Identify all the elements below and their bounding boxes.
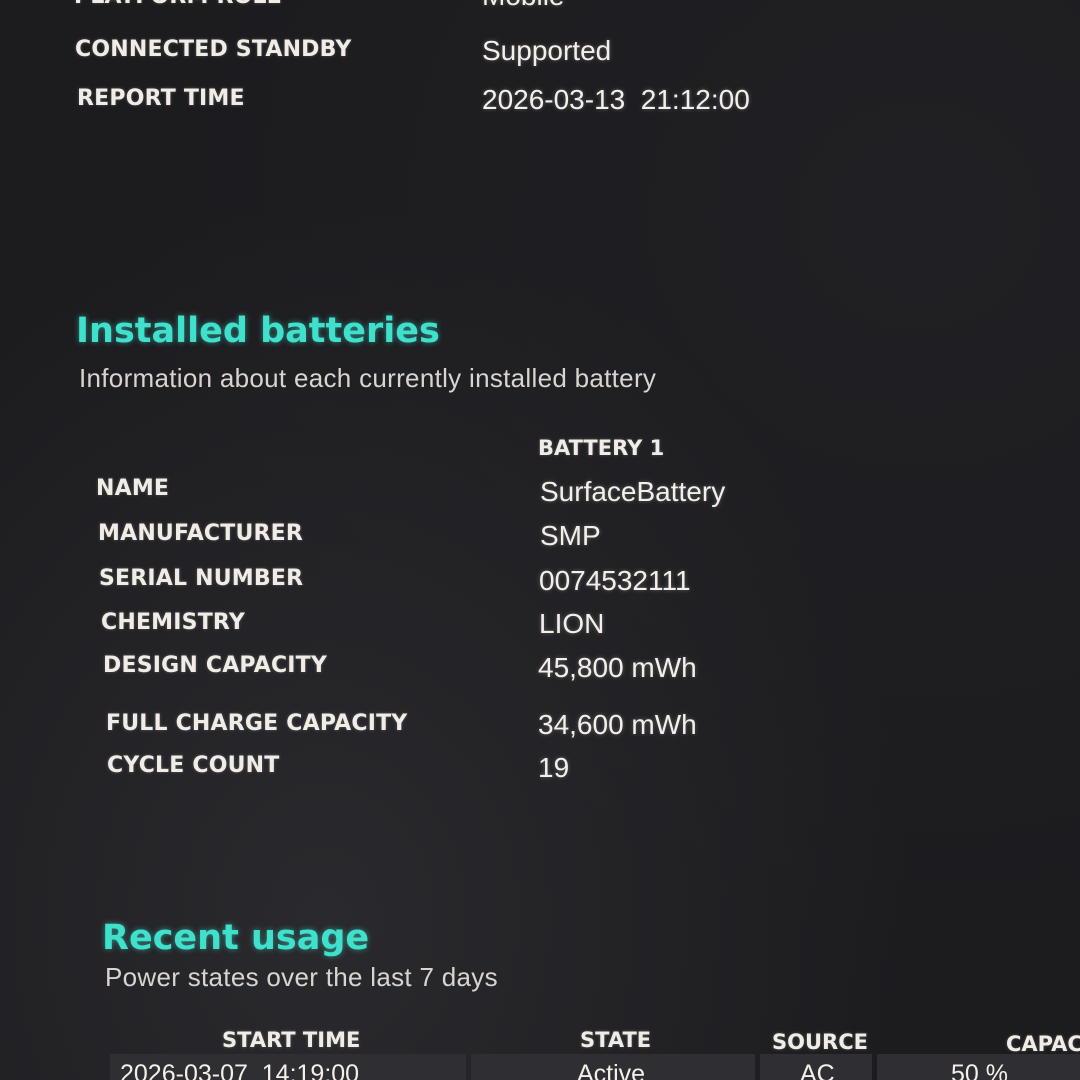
battery-full-charge-capacity-value: 34,600 mWh bbox=[538, 709, 697, 740]
capacity-cell: 50 % bbox=[877, 1054, 1080, 1080]
battery-name-value: SurfaceBattery bbox=[540, 476, 726, 507]
connected-standby-value: Supported bbox=[482, 35, 612, 66]
battery-manufacturer-label: MANUFACTURER bbox=[98, 521, 304, 546]
recent-usage-title: Recent usage bbox=[102, 918, 370, 958]
report-time-label: REPORT TIME bbox=[77, 86, 245, 111]
platform-role-label: PLATFORM ROLE bbox=[74, 0, 282, 9]
report-time-value: 2026-03-13 21:12:00 bbox=[482, 84, 750, 115]
column-header-state: STATE bbox=[580, 1028, 652, 1052]
table-row: 2026-03-07 14:19:00 Active AC 50 % bbox=[110, 1054, 1080, 1080]
connected-standby-label: CONNECTED STANDBY bbox=[75, 37, 352, 62]
capacity-value: 50 % bbox=[951, 1060, 1008, 1080]
battery-manufacturer-value: SMP bbox=[540, 520, 601, 551]
battery-chemistry-label: CHEMISTRY bbox=[101, 610, 245, 635]
installed-batteries-subtitle: Information about each currently install… bbox=[79, 363, 657, 393]
battery-serial-number-value: 0074532111 bbox=[539, 565, 691, 596]
column-header-capacity: CAPAC bbox=[1006, 1032, 1080, 1056]
battery-cycle-count-label: CYCLE COUNT bbox=[107, 753, 280, 778]
start-time-value: 2026-03-07 14:19:00 bbox=[120, 1060, 360, 1080]
battery-design-capacity-label: DESIGN CAPACITY bbox=[103, 653, 328, 678]
column-header-source: SOURCE bbox=[772, 1030, 868, 1054]
source-cell: AC bbox=[760, 1054, 872, 1080]
battery-1-column-header: BATTERY 1 bbox=[538, 436, 665, 460]
start-time-cell: 2026-03-07 14:19:00 bbox=[110, 1054, 466, 1080]
column-header-start-time: START TIME bbox=[222, 1028, 361, 1052]
battery-name-label: NAME bbox=[96, 476, 170, 501]
battery-full-charge-capacity-label: FULL CHARGE CAPACITY bbox=[106, 711, 408, 736]
battery-design-capacity-value: 45,800 mWh bbox=[538, 652, 697, 683]
installed-batteries-title: Installed batteries bbox=[76, 311, 440, 351]
state-cell: Active bbox=[471, 1054, 755, 1080]
battery-cycle-count-value: 19 bbox=[538, 752, 570, 783]
battery-serial-number-label: SERIAL NUMBER bbox=[99, 566, 304, 591]
recent-usage-subtitle: Power states over the last 7 days bbox=[105, 962, 498, 992]
battery-chemistry-value: LION bbox=[539, 608, 605, 639]
platform-role-value: Mobile bbox=[482, 0, 564, 12]
source-value: AC bbox=[800, 1060, 835, 1080]
state-value: Active bbox=[577, 1060, 646, 1080]
